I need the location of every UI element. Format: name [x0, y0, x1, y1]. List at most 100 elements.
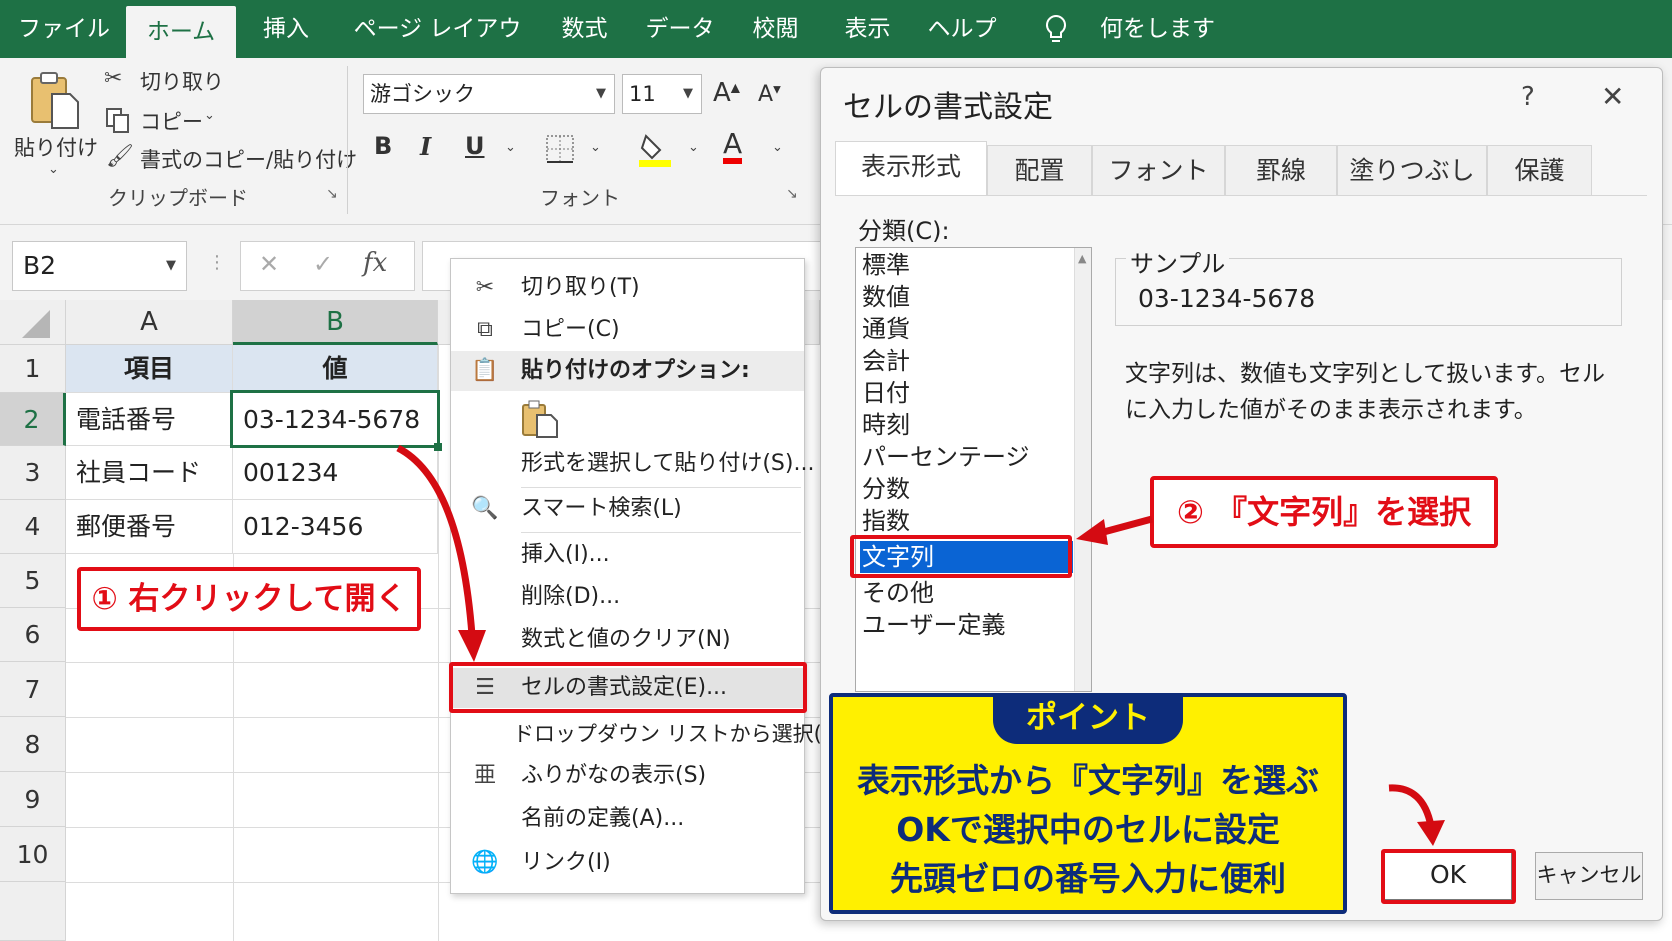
menu-item-paste-special[interactable]: 形式を選択して貼り付け(S)...: [451, 444, 814, 484]
tab-view[interactable]: 表示: [830, 0, 905, 58]
help-button[interactable]: ?: [1521, 82, 1535, 112]
tab-alignment[interactable]: 配置: [987, 145, 1092, 195]
row-header[interactable]: 2: [0, 393, 66, 446]
row-header[interactable]: 3: [0, 446, 66, 500]
point-header: ポイント: [993, 694, 1183, 744]
scroll-up-icon[interactable]: ▲: [1078, 252, 1086, 265]
category-item[interactable]: 数値: [862, 281, 1072, 313]
tab-fill[interactable]: 塗りつぶし: [1337, 145, 1487, 195]
format-description-1: 文字列は、数値も文字列として扱います。セル: [1125, 361, 1606, 387]
cell-a2[interactable]: 電話番号: [66, 393, 233, 446]
tab-home[interactable]: ホーム: [126, 6, 236, 58]
tab-panel-border: [835, 195, 1647, 196]
tab-formulas[interactable]: 数式: [547, 0, 622, 58]
sample-value: 03-1234-5678: [1138, 284, 1316, 313]
name-box[interactable]: B2 ▼: [12, 241, 187, 291]
format-painter-icon: 🖌: [106, 144, 134, 169]
category-item[interactable]: 通貨: [862, 313, 1072, 345]
category-list[interactable]: 標準 数値 通貨 会計 日付 時刻 パーセンテージ 分数 指数 文字列 その他 …: [855, 247, 1092, 692]
cut-button[interactable]: 切り取り: [140, 66, 224, 96]
menu-item-cut[interactable]: ✂ 切り取り(T): [451, 268, 804, 308]
font-dialog-launcher-icon[interactable]: ↘: [786, 186, 798, 202]
cell-a4[interactable]: 郵便番号: [66, 500, 233, 554]
furigana-icon: 亜: [473, 763, 496, 788]
row-header[interactable]: 9: [0, 772, 66, 827]
menu-item-define-name[interactable]: 名前の定義(A)...: [451, 799, 804, 839]
menu-item-copy[interactable]: ⧉ コピー(C): [451, 310, 804, 350]
menu-item-clear[interactable]: 数式と値のクリア(N): [451, 620, 804, 660]
font-size-combobox[interactable]: 11 ▼: [622, 74, 702, 114]
paste-option-icon[interactable]: [521, 399, 559, 439]
underline-button[interactable]: U: [465, 132, 485, 160]
category-item[interactable]: 日付: [862, 377, 1072, 409]
font-name-combobox[interactable]: 游ゴシック ▼: [363, 74, 615, 114]
fill-color-icon[interactable]: [638, 130, 672, 168]
format-painter-button[interactable]: 書式のコピー/貼り付け: [140, 144, 357, 174]
row-header[interactable]: 8: [0, 717, 66, 772]
category-item[interactable]: その他: [862, 577, 1072, 609]
row-header[interactable]: [0, 882, 66, 941]
row-header[interactable]: 5: [0, 554, 66, 608]
cell-a3[interactable]: 社員コード: [66, 446, 233, 500]
underline-dropdown-icon[interactable]: ⌄: [505, 140, 516, 155]
grow-font-button[interactable]: A▲: [713, 78, 740, 108]
tab-page-layout[interactable]: ページ レイアウト: [345, 0, 530, 100]
paste-icon[interactable]: [28, 70, 82, 132]
category-item[interactable]: 会計: [862, 345, 1072, 377]
font-color-button[interactable]: A: [723, 130, 743, 164]
category-item[interactable]: 時刻: [862, 409, 1072, 441]
paste-dropdown-icon[interactable]: ⌄: [48, 162, 59, 177]
dialog-launcher-icon[interactable]: ↘: [326, 186, 338, 202]
close-button[interactable]: ✕: [1601, 80, 1624, 113]
shrink-font-button[interactable]: A▼: [758, 82, 781, 107]
category-item[interactable]: 標準: [862, 249, 1072, 281]
column-header-a[interactable]: A: [66, 300, 233, 345]
row-header[interactable]: 1: [0, 345, 66, 393]
tell-me-search[interactable]: 何をしますか: [1090, 0, 1225, 100]
select-all-button[interactable]: [0, 300, 66, 345]
menu-item-insert[interactable]: 挿入(I)...: [451, 535, 804, 575]
insert-function-button[interactable]: fx: [363, 248, 387, 278]
borders-dropdown-icon[interactable]: ⌄: [590, 140, 601, 155]
row-header[interactable]: 6: [0, 608, 66, 662]
menu-item-link[interactable]: 🌐 リンク(I): [451, 843, 804, 883]
font-color-dropdown-icon[interactable]: ⌄: [772, 140, 783, 155]
tab-font[interactable]: フォント: [1092, 145, 1225, 195]
tab-data[interactable]: データ: [640, 0, 720, 58]
enter-check-icon[interactable]: ✓: [313, 250, 333, 278]
row-header[interactable]: 10: [0, 827, 66, 882]
scissors-icon: ✂: [104, 66, 123, 91]
row-header[interactable]: 4: [0, 500, 66, 554]
tab-review[interactable]: 校閲: [738, 0, 813, 58]
context-menu: ✂ 切り取り(T) ⧉ コピー(C) 📋 貼り付けのオプション: 形式を選択して貼り付…: [450, 258, 864, 894]
tab-insert[interactable]: 挿入: [246, 0, 326, 58]
menu-item-furigana[interactable]: 亜ふりがなの表示(S): [451, 756, 804, 796]
menu-item-dropdown-list[interactable]: ドロップダウン リストから選択(K)...: [451, 714, 864, 754]
column-header-b[interactable]: B: [233, 300, 438, 345]
category-item[interactable]: ユーザー定義: [862, 609, 1072, 641]
bold-button[interactable]: B: [374, 132, 392, 160]
row-header[interactable]: 7: [0, 662, 66, 717]
tab-file[interactable]: ファイル: [10, 0, 118, 58]
ok-highlight: [1381, 849, 1516, 904]
header-cell[interactable]: 項目: [66, 345, 233, 393]
italic-button[interactable]: I: [420, 132, 431, 161]
menu-item-delete[interactable]: 削除(D)...: [451, 577, 804, 617]
copy-button[interactable]: コピー: [140, 106, 203, 136]
copy-dropdown-icon[interactable]: ⌄: [204, 108, 215, 123]
tab-protection[interactable]: 保護: [1487, 145, 1592, 195]
tab-help[interactable]: ヘルプ: [922, 0, 1002, 58]
cancel-entry-icon[interactable]: ✕: [259, 250, 279, 278]
cancel-button[interactable]: キャンセル: [1535, 852, 1643, 900]
scrollbar[interactable]: ▲: [1074, 248, 1091, 691]
category-item[interactable]: 分数: [862, 473, 1072, 505]
menu-item-smart-lookup[interactable]: 🔍 スマート検索(L): [451, 489, 804, 529]
tab-border[interactable]: 罫線: [1225, 145, 1337, 195]
paste-label[interactable]: 貼り付け: [14, 132, 98, 162]
header-cell[interactable]: 値: [233, 345, 438, 393]
category-item[interactable]: 指数: [862, 505, 1072, 537]
category-item[interactable]: パーセンテージ: [862, 441, 1072, 473]
borders-icon[interactable]: [545, 134, 575, 164]
tab-number-format[interactable]: 表示形式: [835, 141, 987, 196]
fill-color-dropdown-icon[interactable]: ⌄: [688, 140, 699, 155]
